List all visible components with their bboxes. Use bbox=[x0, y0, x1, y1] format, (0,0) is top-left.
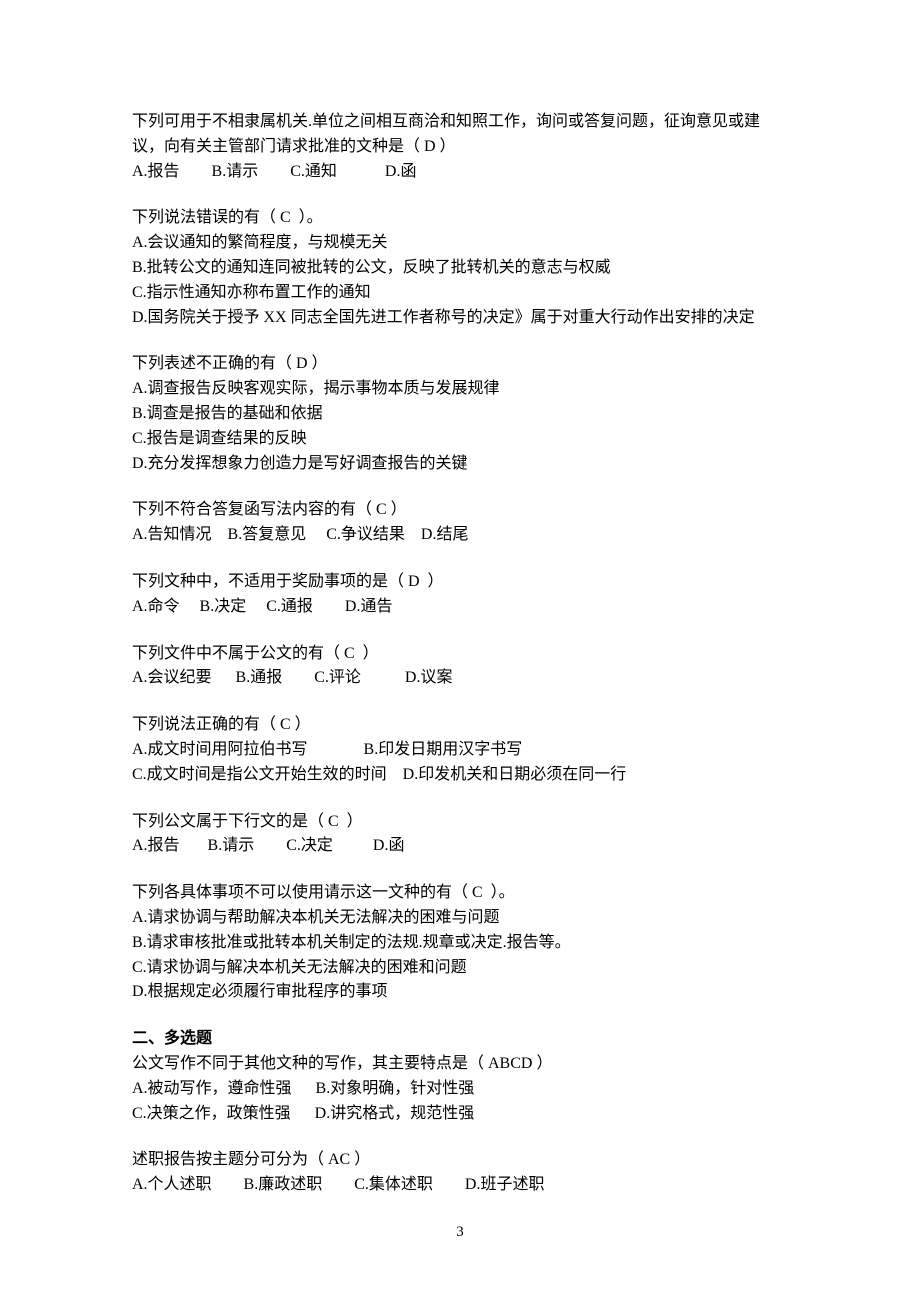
question-block: 下列说法正确的有（ C ）A.成文时间用阿拉伯书写 B.印发日期用汉字书写C.成… bbox=[132, 713, 788, 787]
question-line: 述职报告按主题分可分为（ AC ） bbox=[132, 1148, 788, 1173]
question-line: C.决策之作，政策性强 D.讲究格式，规范性强 bbox=[132, 1102, 788, 1127]
question-line: A.会议通知的繁简程度，与规模无关 bbox=[132, 231, 788, 256]
question-block: 下列各具体事项不可以使用请示这一文种的有（ C ）。A.请求协调与帮助解决本机关… bbox=[132, 881, 788, 1005]
question-line: 下列说法正确的有（ C ） bbox=[132, 713, 788, 738]
question-line: A.调查报告反映客观实际，揭示事物本质与发展规律 bbox=[132, 377, 788, 402]
question-line: A.个人述职 B.廉政述职 C.集体述职 D.班子述职 bbox=[132, 1173, 788, 1198]
question-line: A.报告 B.请示 C.决定 D.函 bbox=[132, 834, 788, 859]
question-line: 下列文种中，不适用于奖励事项的是（ D ） bbox=[132, 570, 788, 595]
question-line: 下列说法错误的有（ C ）。 bbox=[132, 206, 788, 231]
question-line: A.会议纪要 B.通报 C.评论 D.议案 bbox=[132, 666, 788, 691]
question-block: 公文写作不同于其他文种的写作，其主要特点是（ ABCD ）A.被动写作，遵命性强… bbox=[132, 1052, 788, 1126]
document-page: 下列可用于不相隶属机关.单位之间相互商洽和知照工作，询问或答复问题，征询意见或建… bbox=[0, 0, 920, 1302]
question-line: B.调查是报告的基础和依据 bbox=[132, 402, 788, 427]
question-block: 述职报告按主题分可分为（ AC ）A.个人述职 B.廉政述职 C.集体述职 D.… bbox=[132, 1148, 788, 1198]
question-block: 下列文种中，不适用于奖励事项的是（ D ）A.命令 B.决定 C.通报 D.通告 bbox=[132, 570, 788, 620]
question-line: B.请求审核批准或批转本机关制定的法规.规章或决定.报告等。 bbox=[132, 931, 788, 956]
question-line: B.批转公文的通知连同被批转的公文，反映了批转机关的意志与权威 bbox=[132, 256, 788, 281]
question-line: A.告知情况 B.答复意见 C.争议结果 D.结尾 bbox=[132, 523, 788, 548]
question-block: 下列文件中不属于公文的有（ C ）A.会议纪要 B.通报 C.评论 D.议案 bbox=[132, 642, 788, 692]
page-number: 3 bbox=[0, 1221, 920, 1244]
question-line: D.国务院关于授予 XX 同志全国先进工作者称号的决定》属于对重大行动作出安排的… bbox=[132, 306, 788, 331]
question-line: A.成文时间用阿拉伯书写 B.印发日期用汉字书写 bbox=[132, 738, 788, 763]
question-line: 公文写作不同于其他文种的写作，其主要特点是（ ABCD ） bbox=[132, 1052, 788, 1077]
question-block: 下列表述不正确的有（ D ）A.调查报告反映客观实际，揭示事物本质与发展规律B.… bbox=[132, 352, 788, 476]
question-block: 下列说法错误的有（ C ）。A.会议通知的繁简程度，与规模无关B.批转公文的通知… bbox=[132, 206, 788, 330]
question-line: D.充分发挥想象力创造力是写好调查报告的关键 bbox=[132, 452, 788, 477]
question-line: C.成文时间是指公文开始生效的时间 D.印发机关和日期必须在同一行 bbox=[132, 763, 788, 788]
question-line: C.报告是调查结果的反映 bbox=[132, 427, 788, 452]
question-line: 下列文件中不属于公文的有（ C ） bbox=[132, 642, 788, 667]
question-line: 下列各具体事项不可以使用请示这一文种的有（ C ）。 bbox=[132, 881, 788, 906]
question-line: C.指示性通知亦称布置工作的通知 bbox=[132, 281, 788, 306]
question-line: C.请求协调与解决本机关无法解决的困难和问题 bbox=[132, 956, 788, 981]
question-line: A.被动写作，遵命性强 B.对象明确，针对性强 bbox=[132, 1077, 788, 1102]
single-choice-section: 下列可用于不相隶属机关.单位之间相互商洽和知照工作，询问或答复问题，征询意见或建… bbox=[132, 110, 788, 1005]
question-block: 下列不符合答复函写法内容的有（ C ）A.告知情况 B.答复意见 C.争议结果 … bbox=[132, 498, 788, 548]
question-line: A.报告 B.请示 C.通知 D.函 bbox=[132, 160, 788, 185]
multi-choice-section: 公文写作不同于其他文种的写作，其主要特点是（ ABCD ）A.被动写作，遵命性强… bbox=[132, 1052, 788, 1198]
question-line: 下列可用于不相隶属机关.单位之间相互商洽和知照工作，询问或答复问题，征询意见或建… bbox=[132, 110, 788, 160]
question-line: A.请求协调与帮助解决本机关无法解决的困难与问题 bbox=[132, 906, 788, 931]
question-line: A.命令 B.决定 C.通报 D.通告 bbox=[132, 595, 788, 620]
section-header-multi: 二、多选题 bbox=[132, 1027, 788, 1052]
question-line: 下列表述不正确的有（ D ） bbox=[132, 352, 788, 377]
question-block: 下列可用于不相隶属机关.单位之间相互商洽和知照工作，询问或答复问题，征询意见或建… bbox=[132, 110, 788, 184]
question-line: D.根据规定必须履行审批程序的事项 bbox=[132, 980, 788, 1005]
question-block: 下列公文属于下行文的是（ C ）A.报告 B.请示 C.决定 D.函 bbox=[132, 810, 788, 860]
question-line: 下列不符合答复函写法内容的有（ C ） bbox=[132, 498, 788, 523]
question-line: 下列公文属于下行文的是（ C ） bbox=[132, 810, 788, 835]
